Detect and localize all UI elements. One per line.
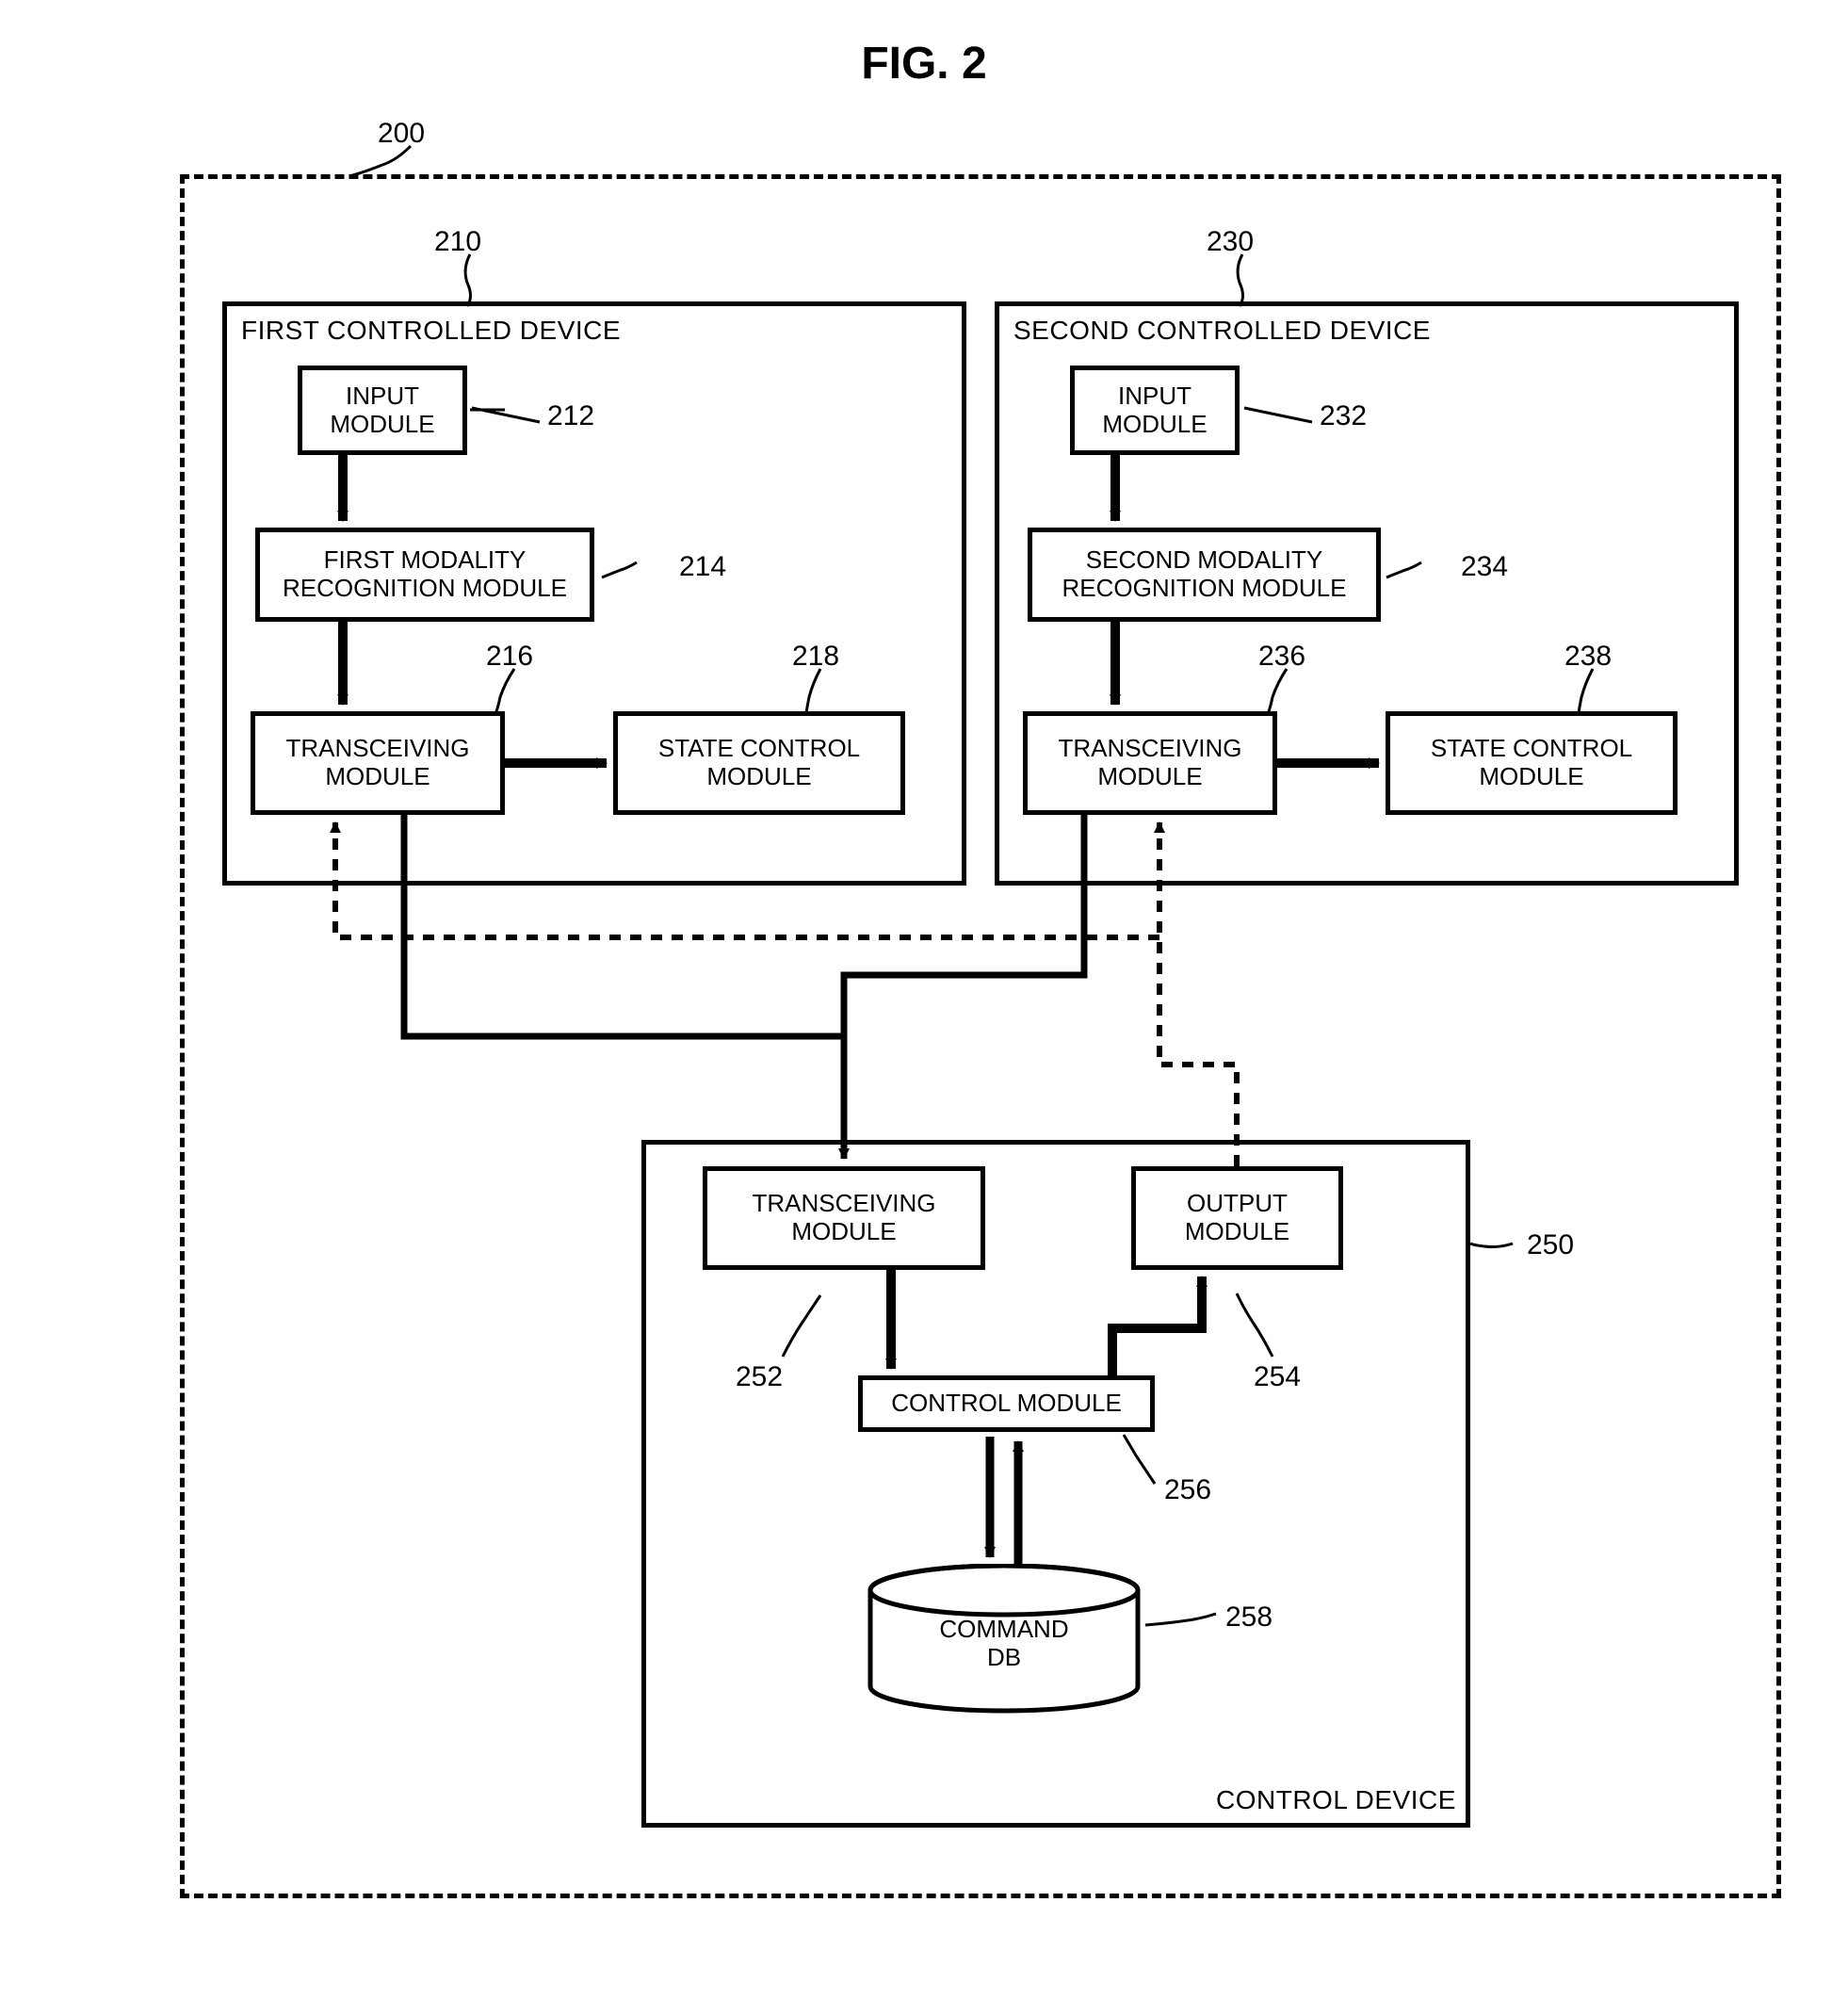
d1-state-refnum: 218 [792,641,839,673]
d2-transceiving-module: TRANSCEIVINGMODULE [1023,711,1277,815]
d2-transceiving-refnum: 236 [1258,641,1305,673]
ctrl-control-module: CONTROL MODULE [858,1375,1155,1432]
ctrl-transceiving-module: TRANSCEIVINGMODULE [703,1166,985,1270]
second-device-title: SECOND CONTROLLED DEVICE [1013,316,1431,346]
d2-input-module: INPUTMODULE [1070,366,1240,455]
d2-modality-refnum: 234 [1461,551,1508,583]
first-device-title: FIRST CONTROLLED DEVICE [241,316,621,346]
system-refnum: 200 [378,118,425,150]
first-device-refnum: 210 [434,226,481,258]
d2-input-refnum: 232 [1320,400,1367,432]
ctrl-output-module: OUTPUTMODULE [1131,1166,1343,1270]
control-device-refnum: 250 [1527,1229,1574,1261]
d2-modality-module: SECOND MODALITYRECOGNITION MODULE [1028,528,1381,622]
ctrl-control-refnum: 256 [1164,1474,1211,1506]
d2-state-refnum: 238 [1564,641,1612,673]
ctrl-output-refnum: 254 [1254,1361,1301,1393]
ctrl-transceiving-refnum: 252 [736,1361,783,1393]
figure-title: FIG. 2 [38,38,1810,89]
control-device-title: CONTROL DEVICE [1216,1785,1456,1815]
d2-state-module: STATE CONTROLMODULE [1386,711,1678,815]
d1-transceiving-refnum: 216 [486,641,533,673]
command-db: COMMANDDB [867,1564,1141,1710]
d1-input-module: INPUTMODULE [298,366,467,455]
d1-modality-refnum: 214 [679,551,726,583]
d1-input-refnum: 212 [547,400,594,432]
second-device-refnum: 230 [1207,226,1254,258]
d1-transceiving-module: TRANSCEIVINGMODULE [251,711,505,815]
d1-state-module: STATE CONTROLMODULE [613,711,905,815]
command-db-refnum: 258 [1225,1602,1273,1634]
command-db-label: COMMANDDB [867,1616,1141,1672]
diagram-stage: 200 FIRST CONTROLLED DEVICE 210 INPUTMOD… [39,118,1809,1908]
d1-modality-module: FIRST MODALITYRECOGNITION MODULE [255,528,594,622]
